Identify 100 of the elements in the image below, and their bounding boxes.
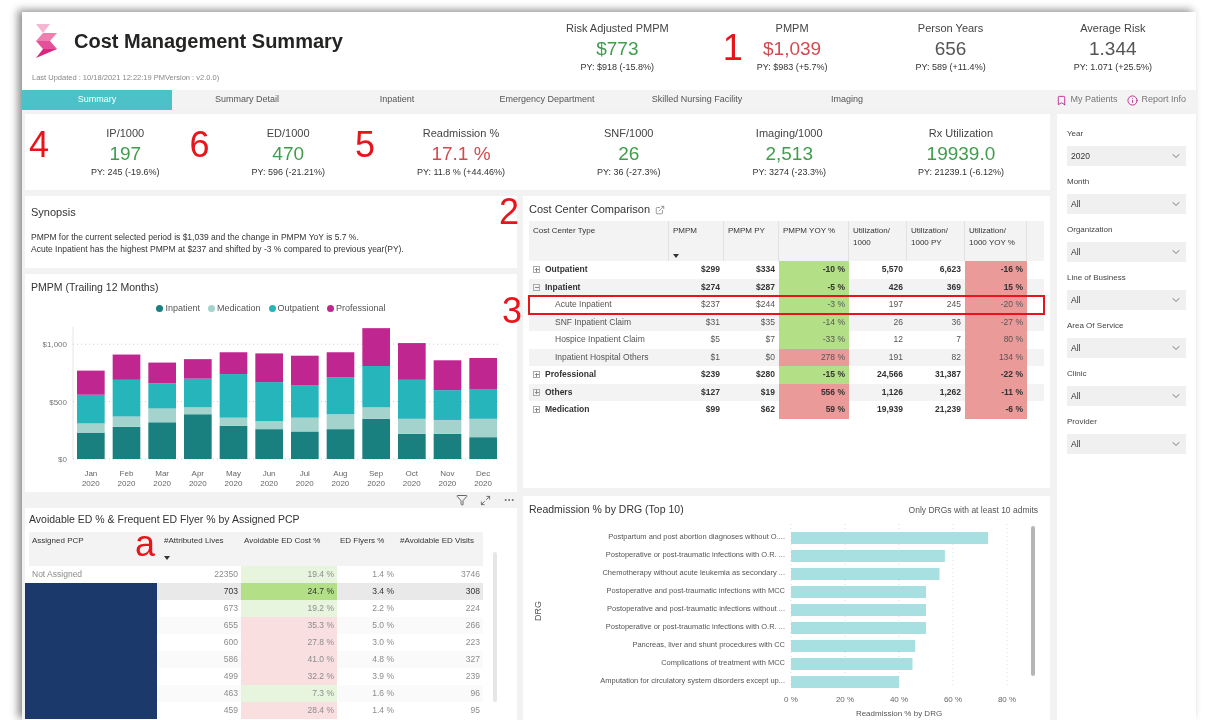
collapse-icon[interactable] — [533, 283, 540, 291]
synopsis-text: PMPM for the current selected period is $1,039 and the change in PMPM YoY is 5.7 %. — [31, 230, 360, 243]
kpi-prior-year: PY: 36 (-27.3%) — [596, 165, 661, 179]
x-tick-label: Sep 2020 — [366, 469, 386, 490]
x-tick-label: Mar 2020 — [152, 469, 173, 490]
column-header[interactable]: ED Flyers % — [340, 534, 385, 563]
filter-dropdown[interactable]: All — [1067, 386, 1186, 406]
table-cell-text: 95 — [469, 703, 481, 717]
table-cell-text: 1,262 — [938, 385, 962, 399]
table-cell-text: 1.4 % — [371, 703, 395, 717]
x-tick-label: Feb 2020 — [116, 469, 137, 490]
expand-icon[interactable] — [533, 371, 540, 379]
column-header[interactable]: #Avoidable ED Visits — [400, 534, 474, 563]
kpi-prior-year: PY: $983 (+5.7%) — [756, 60, 828, 74]
header-link[interactable]: My Patients — [1056, 93, 1118, 107]
table-cell-text: 1.6 % — [371, 686, 395, 700]
filter-dropdown[interactable]: All — [1067, 434, 1186, 454]
card-title: Cost Center Comparison — [529, 202, 651, 218]
expand-icon[interactable] — [533, 266, 540, 274]
table-cell-text: $237 — [700, 298, 721, 311]
y-tick-label: $500 — [49, 397, 67, 407]
table-cell-text: 499 — [222, 669, 239, 683]
x-tick-label: 60 % — [943, 694, 963, 704]
scrollbar[interactable] — [1031, 525, 1035, 676]
annotation-number: 2 — [499, 194, 520, 230]
kpi-value: 26 — [618, 141, 640, 166]
kpi-label: Person Years — [917, 21, 984, 36]
table-cell-text: 24,566 — [876, 368, 904, 381]
page-tab[interactable]: Skilled Nursing Facility — [622, 90, 772, 110]
table-cell-text: $99 — [704, 403, 721, 416]
table-cell: -3 % — [779, 296, 849, 314]
header-link[interactable]: Report Info — [1127, 93, 1186, 107]
kpi-label: SNF/1000 — [603, 126, 654, 141]
card-title: Readmission % by DRG (Top 10) — [529, 502, 684, 517]
page-tab[interactable]: Summary Detail — [172, 90, 322, 110]
annotation-number: 3 — [502, 293, 523, 329]
x-tick-label: Jul 2020 — [294, 469, 315, 490]
table-cell-text: 703 — [222, 584, 239, 598]
page-tab[interactable]: Inpatient — [322, 90, 472, 110]
table-cell-text: $244 — [755, 298, 776, 311]
filter-label: Month — [1067, 176, 1091, 188]
annotation-number: a — [135, 526, 156, 562]
filter-dropdown[interactable]: All — [1067, 338, 1186, 358]
x-tick-label: Oct 2020 — [401, 469, 422, 490]
table-cell-text: 3746 — [460, 567, 481, 581]
table-cell: Inpatient Hospital Others — [555, 350, 649, 364]
table-cell: -33 % — [779, 331, 849, 349]
drill-through-icon[interactable] — [655, 204, 666, 215]
kpi-prior-year: PY: 1.071 (+25.5%) — [1073, 60, 1152, 74]
kpi-label: Average Risk — [1080, 21, 1146, 36]
annotation-number: 6 — [189, 127, 210, 163]
table-cell: -10 % — [779, 261, 849, 279]
table-cell-text: $299 — [700, 263, 721, 276]
page-tab[interactable]: Emergency Department — [472, 90, 622, 110]
table-cell-text: 673 — [222, 601, 239, 615]
filter-dropdown[interactable]: All — [1067, 290, 1186, 310]
table-cell-text: 239 — [464, 669, 481, 683]
column-header[interactable]: Assigned PCP — [32, 534, 84, 563]
table-cell: -6 % — [965, 401, 1027, 419]
expand-icon[interactable] — [533, 406, 540, 414]
table-cell-text: 96 — [469, 686, 481, 700]
table-cell-text: 463 — [222, 686, 239, 700]
filter-dropdown[interactable]: All — [1067, 194, 1186, 214]
table-cell: SNF Inpatient Claim — [555, 315, 632, 329]
filter-dropdown[interactable]: 2020 — [1067, 146, 1186, 166]
table-cell-text: $62 — [759, 403, 776, 416]
table-cell: Medication — [545, 403, 590, 417]
filter-label: Year — [1067, 128, 1085, 140]
x-tick-label: Dec 2020 — [473, 469, 493, 490]
annotation-number: 4 — [28, 127, 49, 163]
table-row[interactable]: Acute Inpatient $237 $244 -3 % 197 245 -20 % — [529, 296, 1044, 314]
filter-dropdown[interactable]: All — [1067, 242, 1186, 262]
table-cell-text: $5 — [709, 333, 721, 346]
synopsis-text: Acute Inpatient has the highest PMPM at $237 and shifted by -3 % compared to previous year(PY). — [31, 242, 405, 255]
card-title: Synopsis — [31, 205, 77, 220]
table-cell-text: 21,239 — [934, 403, 962, 416]
table-cell-text: 600 — [222, 635, 239, 649]
kpi-label: ED/1000 — [266, 126, 310, 141]
table-cell-text: $31 — [704, 315, 721, 329]
page-tab[interactable]: Imaging — [772, 90, 922, 110]
kpi-value: $1,039 — [763, 36, 822, 61]
y-tick-label: $1,000 — [42, 340, 67, 350]
table-cell-text: $334 — [755, 263, 776, 276]
table-cell-text: 22350 — [213, 567, 239, 581]
expand-icon[interactable] — [533, 388, 540, 396]
filter-icon[interactable] — [456, 494, 468, 506]
table-cell: -22 % — [965, 366, 1027, 384]
column-header[interactable]: Avoidable ED Cost % — [244, 534, 321, 563]
table-cell-text: 2.2 % — [371, 601, 395, 615]
table-cell-text: 224 — [464, 601, 481, 615]
column-header[interactable]: #Attributed Lives — [164, 534, 224, 563]
focus-mode-icon[interactable] — [480, 494, 491, 506]
legend-label: Inpatient — [165, 301, 200, 315]
table-cell-text: 655 — [222, 618, 239, 632]
kpi-value: 19939.0 — [926, 141, 996, 166]
report-title: Cost Management Summary — [74, 29, 343, 54]
x-tick-label: 80 % — [997, 694, 1017, 704]
kpi-label: Readmission % — [422, 126, 500, 141]
table-cell-text: 586 — [222, 652, 239, 666]
table-cell: Hospice Inpatient Claim — [555, 333, 645, 347]
